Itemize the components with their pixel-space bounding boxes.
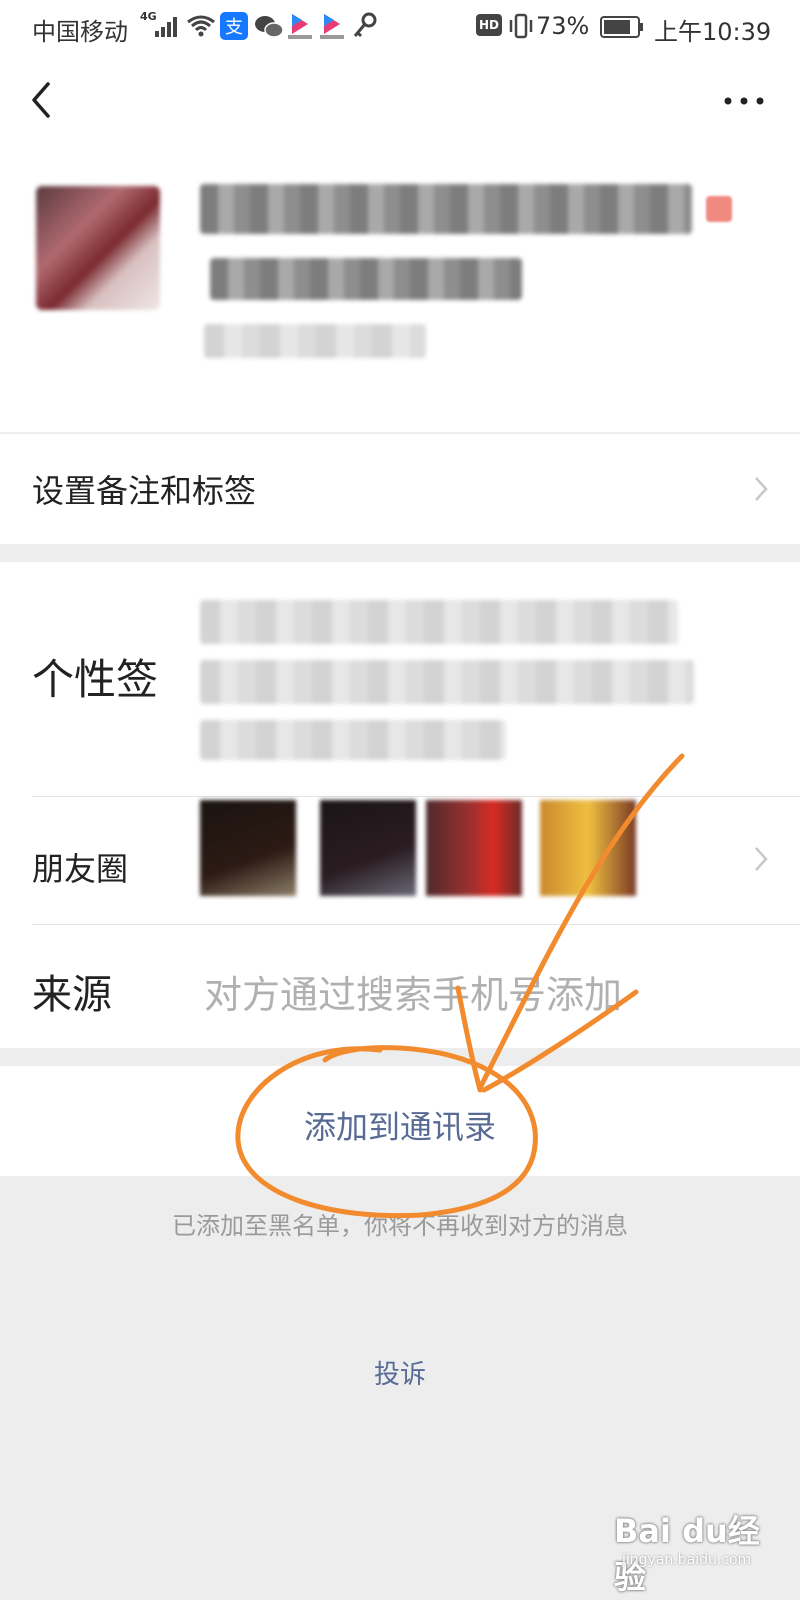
youku-icon (320, 14, 344, 39)
nickname-pixelated (200, 184, 692, 234)
wifi-icon (187, 15, 215, 37)
moments-thumbnail (540, 800, 636, 896)
svg-text:支: 支 (225, 17, 243, 38)
set-remark-tags-row[interactable]: 设置备注和标签 (0, 434, 800, 544)
chevron-right-icon (755, 477, 768, 501)
profile-card (0, 146, 800, 432)
moments-thumbnail (320, 800, 416, 896)
add-to-contacts-button[interactable]: 添加到通讯录 (0, 1066, 800, 1176)
moments-thumbnail (200, 800, 296, 896)
wechat-id-pixelated (210, 258, 522, 300)
nav-header (0, 56, 800, 146)
carrier-name: 中国移动 (32, 18, 128, 46)
chevron-left-icon[interactable] (22, 76, 62, 126)
battery-percent: 73% (536, 12, 590, 40)
vibrate-icon (509, 13, 533, 39)
signature-pixelated (200, 660, 694, 704)
chevron-right-icon (755, 847, 768, 871)
report-link[interactable]: 投诉 (0, 1354, 800, 1391)
youku-icon (288, 14, 312, 39)
signature-label: 个性签 (32, 655, 159, 704)
source-value: 对方通过搜索手机号添加 (204, 973, 623, 1017)
source-label: 来源 (32, 972, 112, 1018)
watermark-url: jingyan.baidu.com (622, 1552, 752, 1568)
wechat-icon (255, 16, 284, 38)
avatar[interactable] (36, 186, 160, 310)
signature-pixelated (200, 720, 506, 760)
more-dots-icon[interactable] (720, 86, 770, 116)
add-to-contacts-label: 添加到通讯录 (303, 1108, 496, 1146)
status-bar: 中国移动 4G 支 HD 73% 上午10:39 (0, 0, 800, 56)
blacklist-notice: 已添加至黑名单，你将不再收到对方的消息 (172, 1212, 628, 1240)
battery-icon (600, 16, 643, 38)
watermark: Bai du经验 jingyan.baidu.com (614, 1490, 784, 1596)
remark-label: 设置备注和标签 (32, 472, 257, 510)
signature-pixelated (200, 600, 678, 644)
clock: 上午10:39 (654, 18, 772, 46)
alipay-icon: 支 (220, 12, 248, 40)
gender-icon (706, 196, 732, 222)
signal-icon (155, 17, 177, 37)
moments-thumbnail (426, 800, 522, 896)
region-pixelated (204, 324, 426, 358)
key-icon (353, 12, 377, 38)
moments-label: 朋友圈 (32, 850, 129, 888)
hd-icon: HD (476, 14, 502, 36)
divider (32, 924, 800, 925)
contact-profile-screen: 中国移动 4G 支 HD 73% 上午10:39 设置备注和标签 个性签 朋友圈… (0, 0, 800, 1600)
info-section: 个性签 朋友圈 来源 对方通过搜索手机号添加 (0, 562, 800, 1048)
divider (32, 796, 800, 797)
